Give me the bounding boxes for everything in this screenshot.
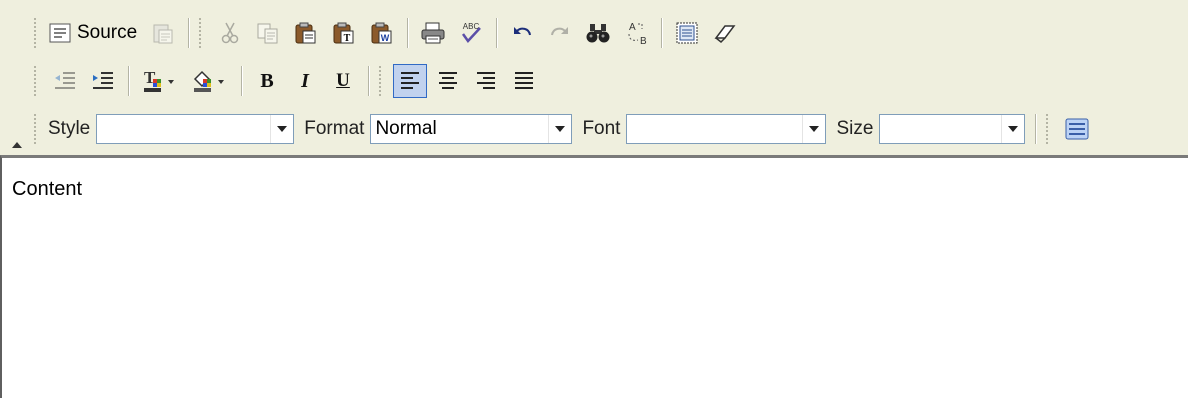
toolbar-grip[interactable] <box>32 66 38 96</box>
replace-icon: AB <box>623 20 649 46</box>
content-text: Content <box>12 178 83 200</box>
separator <box>1035 114 1037 144</box>
paste-word-button[interactable]: W <box>365 16 399 50</box>
select-all-button[interactable] <box>670 16 704 50</box>
style-select[interactable] <box>96 114 295 144</box>
align-right-button[interactable] <box>469 64 503 98</box>
source-icon <box>49 23 71 43</box>
font-select[interactable] <box>626 114 827 144</box>
cut-icon <box>218 21 242 45</box>
italic-button[interactable]: I <box>288 64 322 98</box>
align-left-icon <box>399 70 421 92</box>
cut-button[interactable] <box>213 16 247 50</box>
separator <box>496 18 498 48</box>
editing-area[interactable]: Content <box>0 155 1188 398</box>
format-label: Format <box>304 118 365 139</box>
toolbar-row-2: T B I U <box>30 62 543 100</box>
bold-icon: B <box>260 69 274 92</box>
rich-text-editor: Source T W ABC A B T B I U Style Format … <box>0 0 1188 398</box>
size-select[interactable] <box>879 114 1026 144</box>
underline-button[interactable]: U <box>326 64 360 98</box>
paste-text-icon: T <box>332 21 356 45</box>
outdent-button[interactable] <box>48 64 82 98</box>
select-all-icon <box>675 21 699 45</box>
redo-button[interactable] <box>543 16 577 50</box>
source-label: Source <box>77 22 138 43</box>
indent-icon <box>91 70 115 92</box>
svg-text:A: A <box>629 22 636 33</box>
copy-icon <box>256 21 280 45</box>
separator <box>661 18 663 48</box>
background-color-icon <box>192 68 228 94</box>
spellcheck-icon: ABC <box>458 20 484 46</box>
italic-icon: I <box>301 69 309 92</box>
find-button[interactable] <box>581 16 615 50</box>
toolbar-grip[interactable] <box>32 18 38 48</box>
find-icon <box>585 22 611 44</box>
paste-icon <box>294 21 318 45</box>
toolbar-grip[interactable] <box>32 114 38 144</box>
paste-word-icon: W <box>370 21 394 45</box>
undo-icon <box>511 23 533 43</box>
toolbar-row-1: Source T W ABC A B <box>30 14 744 52</box>
format-value: Normal <box>375 118 437 139</box>
remove-format-icon <box>713 22 737 44</box>
align-center-icon <box>437 70 459 92</box>
separator <box>128 66 129 96</box>
collapse-arrow-icon <box>12 142 22 148</box>
separator <box>188 18 190 48</box>
text-color-button[interactable]: T <box>137 64 183 98</box>
align-left-button[interactable] <box>393 64 427 98</box>
svg-text:T: T <box>344 33 351 44</box>
chevron-down-icon[interactable] <box>270 115 294 143</box>
text-color-icon: T <box>142 68 178 94</box>
size-label: Size <box>836 118 874 139</box>
toolbar: Source T W ABC A B T B I U Style Format … <box>0 0 1188 155</box>
toolbar-grip[interactable] <box>377 66 383 96</box>
paste-text-button[interactable]: T <box>327 16 361 50</box>
spellcheck-button[interactable]: ABC <box>454 16 488 50</box>
underline-icon: U <box>336 70 350 91</box>
font-value <box>627 115 802 143</box>
toolbar-grip[interactable] <box>197 18 204 48</box>
format-select[interactable]: Normal <box>370 114 573 144</box>
background-color-button[interactable] <box>187 64 233 98</box>
paste-disabled-icon <box>151 21 175 45</box>
paste-button[interactable] <box>289 16 323 50</box>
align-center-button[interactable] <box>431 64 465 98</box>
chevron-down-icon[interactable] <box>1001 115 1025 143</box>
paste-disabled-button[interactable] <box>146 16 180 50</box>
undo-button[interactable] <box>505 16 539 50</box>
toolbar-row-3: Style Format Normal Font Size <box>30 110 1096 148</box>
separator <box>407 18 409 48</box>
svg-text:W: W <box>381 33 390 43</box>
outdent-icon <box>53 70 77 92</box>
redo-icon <box>549 23 571 43</box>
style-label: Style <box>48 118 91 139</box>
align-right-icon <box>475 70 497 92</box>
separator <box>241 66 242 96</box>
toolbar-grip[interactable] <box>1044 114 1051 144</box>
show-blocks-icon <box>1065 118 1089 140</box>
replace-button[interactable]: AB <box>619 16 653 50</box>
justify-button[interactable] <box>507 64 541 98</box>
chevron-down-icon[interactable] <box>802 115 826 143</box>
separator <box>368 66 369 96</box>
chevron-down-icon[interactable] <box>548 115 572 143</box>
print-icon <box>420 21 446 45</box>
show-blocks-button[interactable] <box>1060 112 1094 146</box>
font-label: Font <box>582 118 621 139</box>
svg-text:B: B <box>640 36 647 46</box>
size-value <box>880 115 1001 143</box>
indent-button[interactable] <box>86 64 120 98</box>
style-value <box>97 115 270 143</box>
print-button[interactable] <box>416 16 450 50</box>
copy-button[interactable] <box>251 16 285 50</box>
justify-icon <box>513 70 535 92</box>
remove-format-button[interactable] <box>708 16 742 50</box>
collapse-toolbar-button[interactable] <box>10 138 24 152</box>
source-button[interactable]: Source <box>48 16 142 50</box>
bold-button[interactable]: B <box>250 64 284 98</box>
